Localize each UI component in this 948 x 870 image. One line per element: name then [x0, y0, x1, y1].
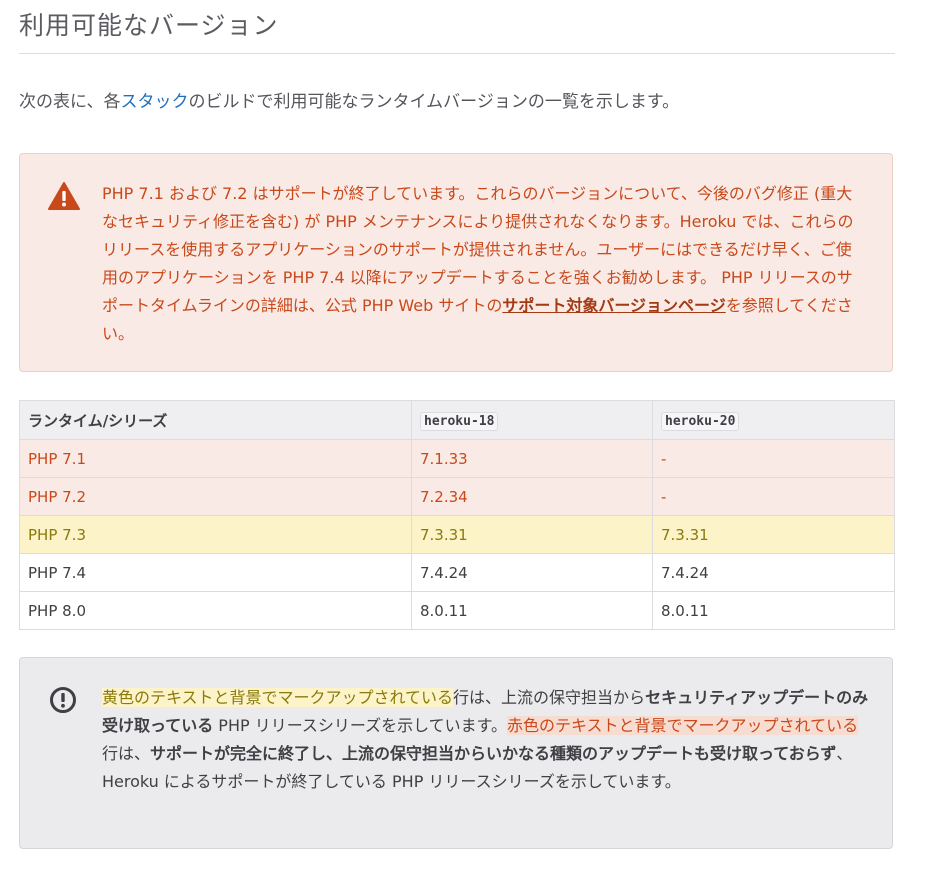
heroku-18-cell: 7.2.34 — [411, 477, 653, 516]
runtime-cell: PHP 7.2 — [19, 477, 412, 516]
table-row: PHP 7.4 7.4.24 7.4.24 — [19, 553, 895, 592]
warning-triangle-icon — [48, 182, 80, 210]
legend-part-2: PHP リリースシリーズを示しています。 — [213, 716, 508, 735]
heroku-18-cell: 7.1.33 — [411, 439, 653, 478]
legend-text: 黄色のテキストと背景でマークアップされている行は、上流の保守担当からセキュリティ… — [102, 684, 872, 796]
table-row: PHP 7.1 7.1.33 - — [19, 439, 895, 478]
header-heroku-18: heroku-18 — [411, 400, 653, 440]
legend-bold-2: サポートが完全に終了し、上流の保守担当からいかなる種類のアップデートも受け取って… — [150, 744, 837, 763]
legend-part-1: 行は、上流の保守担当から — [453, 688, 646, 707]
intro-paragraph: 次の表に、各スタックのビルドで利用可能なランタイムバージョンの一覧を示します。 — [19, 88, 679, 116]
heroku-18-cell: 7.4.24 — [411, 553, 653, 592]
table-row: PHP 7.2 7.2.34 - — [19, 477, 895, 516]
runtime-cell: PHP 8.0 — [19, 591, 412, 630]
intro-text-before: 次の表に、各 — [19, 92, 121, 112]
stack-link[interactable]: スタック — [121, 92, 189, 112]
runtime-cell: PHP 7.3 — [19, 515, 412, 554]
warning-text: PHP 7.1 および 7.2 はサポートが終了しています。これらのバージョンに… — [102, 180, 862, 348]
header-heroku-20-code: heroku-20 — [661, 412, 740, 431]
eol-warning-callout: PHP 7.1 および 7.2 はサポートが終了しています。これらのバージョンに… — [19, 153, 893, 372]
intro-text-after: のビルドで利用可能なランタイムバージョンの一覧を示します。 — [188, 92, 680, 112]
heroku-18-cell: 7.3.31 — [411, 515, 653, 554]
exclamation-circle-icon — [49, 686, 77, 714]
legend-part-3: 行は、 — [102, 744, 151, 763]
yellow-marked-text: 黄色のテキストと背景でマークアップされている — [102, 688, 454, 707]
table-header-row: ランタイム/シリーズ heroku-18 heroku-20 — [19, 400, 895, 440]
versions-table: ランタイム/シリーズ heroku-18 heroku-20 PHP 7.1 7… — [19, 400, 895, 630]
heroku-20-cell: 8.0.11 — [652, 591, 895, 630]
page-title: 利用可能なバージョン — [19, 0, 895, 54]
heroku-20-cell: - — [652, 477, 895, 516]
header-heroku-20: heroku-20 — [652, 400, 895, 440]
red-marked-text: 赤色のテキストと背景でマークアップされている — [507, 716, 859, 735]
runtime-cell: PHP 7.1 — [19, 439, 412, 478]
main-content: 利用可能なバージョン 次の表に、各スタックのビルドで利用可能なランタイムバージョ… — [19, 0, 895, 849]
legend-info-callout: 黄色のテキストと背景でマークアップされている行は、上流の保守担当からセキュリティ… — [19, 657, 893, 849]
heroku-20-cell: 7.3.31 — [652, 515, 895, 554]
heroku-18-cell: 8.0.11 — [411, 591, 653, 630]
header-heroku-18-code: heroku-18 — [420, 412, 499, 431]
heroku-20-cell: - — [652, 439, 895, 478]
table-row: PHP 7.3 7.3.31 7.3.31 — [19, 515, 895, 554]
runtime-cell: PHP 7.4 — [19, 553, 412, 592]
heroku-20-cell: 7.4.24 — [652, 553, 895, 592]
table-row: PHP 8.0 8.0.11 8.0.11 — [19, 591, 895, 630]
header-runtime: ランタイム/シリーズ — [19, 400, 412, 440]
supported-versions-link[interactable]: サポート対象バージョンページ — [502, 296, 725, 315]
